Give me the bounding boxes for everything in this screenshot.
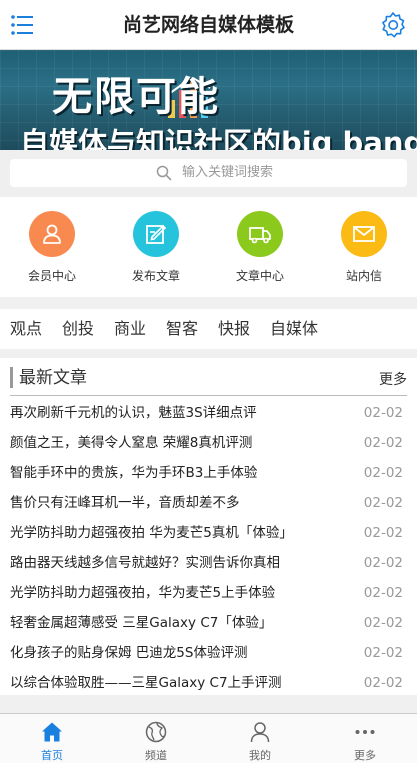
- article-row[interactable]: 颜值之王，美得令人窒息 荣耀8真机评测 02-02: [0, 428, 417, 458]
- tab-label: 首页: [41, 749, 63, 762]
- edit-icon: [133, 211, 179, 257]
- quick-link-articles[interactable]: 文章中心: [208, 211, 312, 284]
- tab-label: 我的: [249, 749, 271, 762]
- section-header: 最新文章 更多: [10, 364, 407, 394]
- article-date: 02-02: [363, 555, 403, 571]
- search-input[interactable]: 输入关键词搜索: [10, 159, 407, 187]
- article-title: 颜值之王，美得令人窒息 荣耀8真机评测: [10, 435, 253, 451]
- article-title: 轻奢金属超薄感受 三星Galaxy C7「体验」: [10, 615, 273, 631]
- latest-articles: 最新文章 更多 再次刷新千元机的认识，魅蓝3S详细点评 02-02 颜值之王，美得…: [0, 358, 417, 695]
- search-bar: 输入关键词搜索: [0, 150, 417, 197]
- home-icon: [42, 722, 62, 742]
- quick-link-member[interactable]: 会员中心: [0, 211, 104, 284]
- article-date: 02-02: [363, 645, 403, 661]
- top-header: 尚艺网络自媒体模板: [0, 0, 417, 50]
- article-title: 光学防抖助力超强夜拍，华为麦芒5上手体验: [10, 585, 276, 601]
- tab-label: 更多: [354, 749, 376, 762]
- article-row[interactable]: 轻奢金属超薄感受 三星Galaxy C7「体验」 02-02: [0, 608, 417, 638]
- article-date: 02-02: [363, 585, 403, 601]
- article-row[interactable]: 光学防抖助力超强夜拍 华为麦芒5真机「体验」 02-02: [0, 518, 417, 548]
- article-row[interactable]: 以综合体验取胜——三星Galaxy C7上手评测 02-02: [0, 668, 417, 698]
- article-date: 02-02: [363, 675, 403, 691]
- article-row[interactable]: 光学防抖助力超强夜拍，华为麦芒5上手体验 02-02: [0, 578, 417, 608]
- page-title: 尚艺网络自媒体模板: [122, 14, 294, 36]
- article-date: 02-02: [363, 495, 403, 511]
- banner-subline: 自媒体与知识社区的big bang: [20, 126, 417, 150]
- search-icon: [156, 165, 172, 181]
- category-nav: 观点 创投 商业 智客 快报 自媒体: [0, 309, 417, 349]
- gear-icon[interactable]: [379, 11, 407, 39]
- article-date: 02-02: [363, 615, 403, 631]
- tab-mine[interactable]: 我的: [208, 714, 312, 763]
- quick-link-label: 站内信: [345, 269, 382, 283]
- tab-more[interactable]: 更多: [313, 714, 417, 763]
- quick-link-label: 会员中心: [27, 269, 76, 283]
- quick-link-label: 文章中心: [235, 269, 284, 283]
- quick-link-messages[interactable]: 站内信: [312, 211, 416, 284]
- quick-link-label: 发布文章: [131, 269, 180, 283]
- article-title: 再次刷新千元机的认识，魅蓝3S详细点评: [10, 405, 257, 421]
- tab-home[interactable]: 首页: [0, 714, 104, 763]
- more-link[interactable]: 更多: [379, 368, 407, 392]
- category-tab[interactable]: 商业: [114, 309, 146, 349]
- article-title: 以综合体验取胜——三星Galaxy C7上手评测: [10, 675, 282, 691]
- article-title: 光学防抖助力超强夜拍 华为麦芒5真机「体验」: [10, 525, 293, 541]
- article-row[interactable]: 再次刷新千元机的认识，魅蓝3S详细点评 02-02: [0, 398, 417, 428]
- category-tab[interactable]: 智客: [166, 309, 198, 349]
- article-row[interactable]: 售价只有汪峰耳机一半，音质却差不多 02-02: [0, 488, 417, 518]
- quick-link-publish[interactable]: 发布文章: [104, 211, 208, 284]
- banner-image[interactable]: 无限可能 自媒体与知识社区的big bang: [0, 50, 417, 150]
- tab-channel[interactable]: 频道: [104, 714, 208, 763]
- more-icon: [355, 730, 375, 734]
- truck-icon: [237, 211, 283, 257]
- globe-icon: [145, 721, 167, 743]
- tab-label: 频道: [145, 749, 167, 762]
- section-marker: [10, 367, 13, 388]
- article-date: 02-02: [363, 465, 403, 481]
- article-title: 售价只有汪峰耳机一半，音质却差不多: [10, 495, 240, 511]
- article-title: 化身孩子的贴身保姆 巴迪龙5S体验评测: [10, 645, 248, 661]
- article-list: 再次刷新千元机的认识，魅蓝3S详细点评 02-02 颜值之王，美得令人窒息 荣耀8…: [0, 398, 417, 698]
- category-tab[interactable]: 快报: [218, 309, 250, 349]
- article-row[interactable]: 路由器天线越多信号就越好？实测告诉你真相 02-02: [0, 548, 417, 578]
- quick-links: 会员中心 发布文章 文章中心 站内信: [0, 197, 417, 297]
- user-icon: [29, 211, 75, 257]
- bottom-tab-bar: 首页 频道 我的 更多: [0, 713, 417, 763]
- divider: [10, 395, 407, 396]
- search-placeholder: 输入关键词搜索: [182, 165, 274, 180]
- mail-icon: [341, 211, 387, 257]
- article-row[interactable]: 化身孩子的贴身保姆 巴迪龙5S体验评测 02-02: [0, 638, 417, 668]
- person-icon: [250, 722, 270, 743]
- article-date: 02-02: [363, 435, 403, 451]
- category-tab[interactable]: 自媒体: [270, 309, 318, 349]
- section-title: 最新文章: [19, 368, 87, 388]
- category-tab[interactable]: 观点: [10, 309, 42, 349]
- article-title: 智能手环中的贵族，华为手环B3上手体验: [10, 465, 258, 481]
- article-date: 02-02: [363, 405, 403, 421]
- category-tab[interactable]: 创投: [62, 309, 94, 349]
- article-date: 02-02: [363, 525, 403, 541]
- article-title: 路由器天线越多信号就越好？实测告诉你真相: [10, 555, 280, 571]
- article-row[interactable]: 智能手环中的贵族，华为手环B3上手体验 02-02: [0, 458, 417, 488]
- banner-headline: 无限可能: [52, 74, 220, 120]
